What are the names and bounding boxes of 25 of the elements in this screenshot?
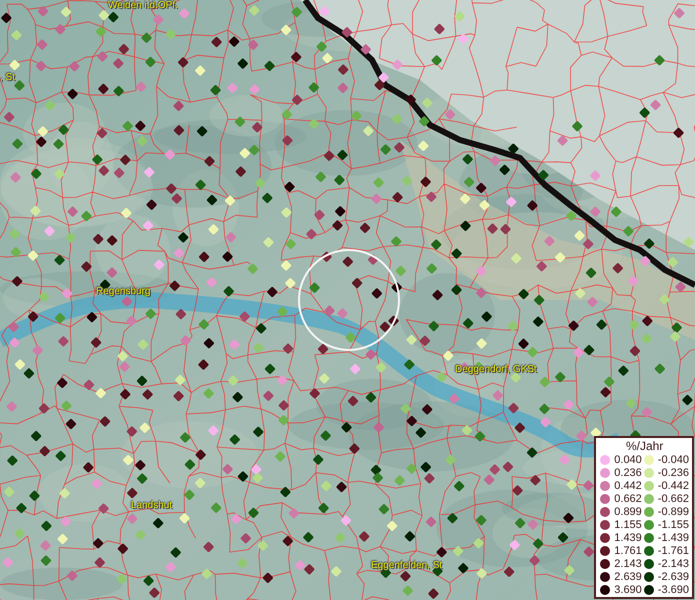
legend-value: -0.040 [658,454,689,466]
place-label: Landshut [131,500,172,512]
legend-value: 0.899 [614,506,642,518]
place-label: , St [0,72,16,84]
legend-value: 3.690 [614,584,642,596]
legend-value: 0.236 [614,466,642,478]
legend-value: -0.899 [658,506,689,518]
legend-value: 0.442 [614,480,642,492]
legend-value: -1.155 [658,518,689,530]
legend-value: -1.761 [658,544,689,556]
legend-value: 1.439 [614,532,642,544]
legend-value: 1.761 [614,544,642,556]
legend-value: -3.690 [658,584,689,596]
legend-value: -1.439 [658,532,689,544]
legend-value: 2.143 [614,558,642,570]
legend-title: %/Jahr [624,439,664,453]
legend-value: -0.236 [658,466,689,478]
legend-value: -0.662 [658,492,689,504]
legend-value: 2.639 [614,570,642,582]
legend-value: 0.040 [614,454,642,466]
legend-value: 1.155 [614,518,642,530]
legend-value: -2.639 [658,570,689,582]
legend-value: -0.442 [658,480,689,492]
legend-value: -2.143 [658,558,689,570]
legend-value: 0.662 [614,492,642,504]
